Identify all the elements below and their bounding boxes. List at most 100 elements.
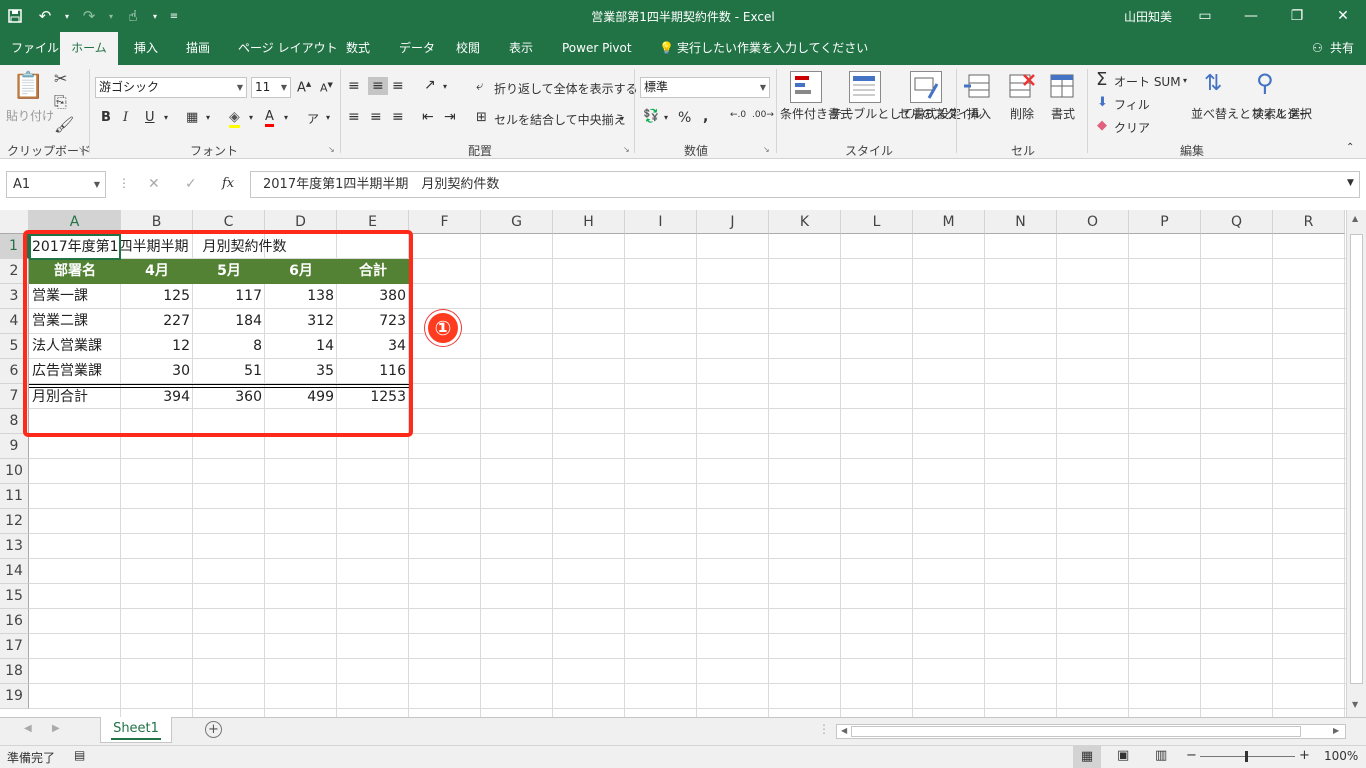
row-header[interactable]: 17: [0, 634, 29, 659]
conditional-formatting-icon[interactable]: [790, 71, 822, 103]
ribbon-display-options-icon[interactable]: ▭: [1182, 0, 1228, 32]
phonetic-dropdown-icon[interactable]: ▾: [326, 113, 330, 122]
align-left-icon[interactable]: ≡: [348, 109, 360, 125]
row-header[interactable]: 12: [0, 509, 29, 534]
font-name-combo[interactable]: 游ゴシック ▼: [95, 77, 247, 98]
expand-formula-bar-icon[interactable]: ▼: [1347, 178, 1354, 188]
row-header[interactable]: 10: [0, 459, 29, 484]
column-header[interactable]: P: [1129, 210, 1201, 234]
column-header[interactable]: Q: [1201, 210, 1273, 234]
tell-me-search[interactable]: 実行したい作業を入力してください: [677, 32, 868, 65]
borders-icon[interactable]: ▦: [186, 110, 198, 125]
tab-draw[interactable]: 描画: [186, 32, 210, 65]
wrap-text-icon[interactable]: ⤶: [476, 79, 483, 94]
font-grow-icon[interactable]: A▲: [297, 80, 311, 95]
row-header[interactable]: 14: [0, 559, 29, 584]
cell-styles-button[interactable]: セルのスタイル: [898, 107, 982, 122]
tab-power-pivot[interactable]: Power Pivot: [562, 32, 632, 65]
align-middle-icon[interactable]: ≡: [368, 77, 388, 95]
percent-icon[interactable]: %: [678, 110, 691, 126]
vertical-scroll-thumb[interactable]: [1350, 234, 1363, 684]
user-name[interactable]: 山田知美: [1124, 8, 1172, 25]
format-painter-icon[interactable]: 🖌: [54, 115, 74, 134]
worksheet-grid[interactable]: ABCDEFGHIJKLMNOPQR 1 2 3 4 5 6 7 8 9 10 11 12 13 14 15…: [0, 210, 1366, 717]
merge-center-icon[interactable]: ⊞: [476, 110, 487, 125]
font-size-combo[interactable]: 11 ▼: [251, 77, 291, 98]
share-button[interactable]: 共有: [1330, 32, 1354, 65]
scroll-right-icon[interactable]: ▶: [1333, 726, 1339, 735]
fill-color-dropdown-icon[interactable]: ▾: [249, 113, 253, 122]
row-header[interactable]: 16: [0, 609, 29, 634]
align-top-icon[interactable]: ≡: [348, 78, 360, 94]
cut-icon[interactable]: ✂: [54, 69, 67, 88]
horizontal-scroll-thumb[interactable]: [851, 726, 1301, 737]
scroll-down-icon[interactable]: ▼: [1352, 700, 1358, 709]
accounting-dropdown-icon[interactable]: ▾: [664, 113, 668, 122]
format-cells-button[interactable]: 書式: [1048, 107, 1078, 122]
column-header[interactable]: M: [913, 210, 985, 234]
tab-view[interactable]: 表示: [509, 32, 533, 65]
share-icon[interactable]: ⚇: [1312, 32, 1323, 65]
format-as-table-icon[interactable]: [849, 71, 881, 103]
clear-button[interactable]: クリア: [1114, 119, 1150, 136]
column-header[interactable]: L: [841, 210, 913, 234]
new-sheet-icon[interactable]: +: [205, 721, 222, 738]
tab-insert[interactable]: 挿入: [134, 32, 158, 65]
clear-icon[interactable]: ◆: [1097, 118, 1107, 133]
row-header[interactable]: 15: [0, 584, 29, 609]
macro-record-icon[interactable]: ▤: [74, 748, 85, 762]
delete-cells-icon[interactable]: [1006, 71, 1038, 103]
font-launcher-icon[interactable]: ↘: [328, 145, 335, 154]
zoom-slider-thumb[interactable]: [1245, 751, 1248, 762]
split-handle-icon[interactable]: ⋮: [818, 722, 830, 736]
tab-home[interactable]: ホーム: [60, 32, 118, 65]
increase-indent-icon[interactable]: ⇥: [444, 109, 456, 125]
align-center-icon[interactable]: ≡: [370, 109, 382, 125]
column-header[interactable]: I: [625, 210, 697, 234]
format-cells-icon[interactable]: [1047, 71, 1079, 103]
clipboard-launcher-icon[interactable]: ↘: [78, 145, 85, 154]
scroll-left-icon[interactable]: ◀: [841, 726, 847, 735]
orientation-icon[interactable]: ↗: [424, 77, 436, 93]
tab-page-layout[interactable]: ページ レイアウト: [238, 32, 338, 65]
align-right-icon[interactable]: ≡: [392, 109, 404, 125]
prev-sheet-icon[interactable]: ◀: [24, 723, 32, 734]
column-header[interactable]: H: [553, 210, 625, 234]
decrease-indent-icon[interactable]: ⇤: [422, 109, 434, 125]
sheet-tab-sheet1[interactable]: Sheet1: [100, 717, 172, 743]
fill-button[interactable]: フィル: [1114, 96, 1150, 113]
borders-dropdown-icon[interactable]: ▾: [206, 113, 210, 122]
name-box[interactable]: A1 ▼: [6, 171, 106, 198]
merge-center-button[interactable]: セルを結合して中央揃え: [494, 111, 626, 128]
tab-data[interactable]: データ: [399, 32, 435, 65]
enter-icon[interactable]: ✓: [185, 176, 197, 192]
normal-view-icon[interactable]: ▦: [1073, 745, 1101, 768]
column-header[interactable]: N: [985, 210, 1057, 234]
column-header[interactable]: K: [769, 210, 841, 234]
cancel-icon[interactable]: ✕: [148, 176, 160, 192]
insert-function-icon[interactable]: fx: [222, 176, 234, 191]
wrap-text-button[interactable]: 折り返して全体を表示する: [494, 80, 638, 97]
cell-styles-icon[interactable]: [910, 71, 942, 103]
copy-icon[interactable]: ⎘: [54, 92, 67, 112]
font-color-dropdown-icon[interactable]: ▾: [284, 113, 288, 122]
zoom-level[interactable]: 100%: [1324, 749, 1358, 763]
fill-color-icon[interactable]: ◈: [229, 109, 240, 128]
column-header[interactable]: R: [1273, 210, 1345, 234]
collapse-ribbon-icon[interactable]: ⌃: [1346, 142, 1354, 153]
insert-cells-button[interactable]: 挿入: [964, 107, 994, 122]
sort-filter-icon[interactable]: ⇅: [1204, 71, 1222, 96]
decrease-decimal-icon[interactable]: .00→: [752, 110, 774, 120]
vertical-scrollbar[interactable]: ▲ ▼: [1346, 210, 1366, 717]
phonetic-icon[interactable]: ア: [307, 110, 319, 127]
autosum-dropdown-icon[interactable]: ▾: [1183, 76, 1187, 85]
find-select-button[interactable]: 検索と選択: [1252, 107, 1312, 122]
fill-icon[interactable]: ⬇: [1097, 95, 1108, 110]
alignment-launcher-icon[interactable]: ↘: [623, 145, 630, 154]
italic-icon[interactable]: I: [123, 110, 128, 125]
merge-dropdown-icon[interactable]: ▾: [620, 114, 624, 123]
font-color-icon[interactable]: A: [265, 109, 274, 127]
column-header[interactable]: F: [409, 210, 481, 234]
sort-filter-button[interactable]: 並べ替えとフィルター: [1191, 107, 1311, 122]
find-select-icon[interactable]: ⚲: [1256, 69, 1274, 97]
